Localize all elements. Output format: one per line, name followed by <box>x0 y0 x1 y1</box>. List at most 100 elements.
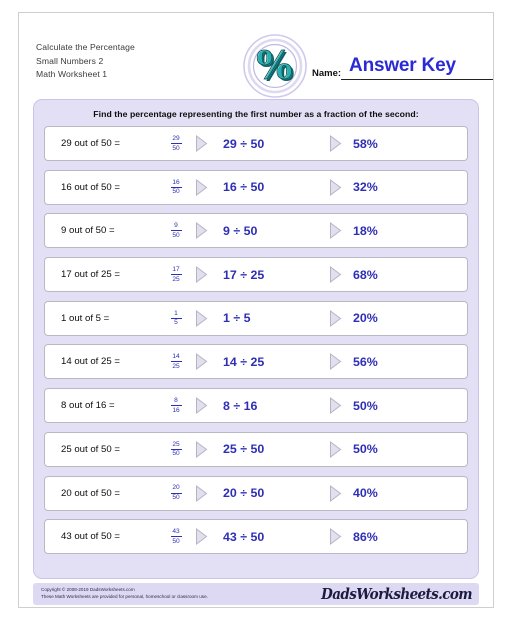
fraction: 16 50 <box>163 179 189 196</box>
percentage-answer: 86% <box>353 529 378 544</box>
fraction: 25 50 <box>163 441 189 458</box>
worksheet-number: Math Worksheet 1 <box>36 69 108 79</box>
division-expression: 14 ÷ 25 <box>223 354 265 369</box>
worksheet-footer: Copyright © 2008-2019 DadsWorksheets.com… <box>33 583 479 605</box>
fraction-denominator: 50 <box>170 230 182 239</box>
fraction-numerator: 1 <box>174 309 178 317</box>
percentage-answer: 32% <box>353 180 378 195</box>
fraction-numerator: 9 <box>174 222 178 230</box>
problem-prompt: 43 out of 50 = <box>61 531 120 543</box>
name-input[interactable]: Answer Key <box>341 55 494 80</box>
problem-row: 20 out of 50 = 20 50 20 ÷ 50 40% <box>44 475 468 511</box>
fraction: 8 16 <box>163 397 189 414</box>
percentage-answer: 50% <box>353 442 378 457</box>
name-field-block: Name: Answer Key <box>312 55 494 80</box>
fraction: 9 50 <box>163 222 189 239</box>
arrow-right-icon <box>189 266 213 284</box>
problem-row: 16 out of 50 = 16 50 16 ÷ 50 32% <box>44 169 468 205</box>
percentage-answer: 18% <box>353 223 378 238</box>
problem-row: 17 out of 25 = 17 25 17 ÷ 25 68% <box>44 257 468 293</box>
fraction-numerator: 29 <box>172 134 180 142</box>
fraction-numerator: 20 <box>172 484 180 492</box>
division-expression: 43 ÷ 50 <box>223 529 265 544</box>
fraction: 15 <box>163 310 189 327</box>
arrow-right-icon <box>323 528 347 546</box>
problem-row: 14 out of 25 = 14 25 14 ÷ 25 56% <box>44 344 468 380</box>
division-expression: 1 ÷ 5 <box>223 311 251 326</box>
problem-prompt: 9 out of 50 = <box>61 225 115 237</box>
problem-row: 25 out of 50 = 25 50 25 ÷ 50 50% <box>44 431 468 467</box>
arrow-right-icon <box>189 440 213 458</box>
arrow-right-icon <box>323 266 347 284</box>
fraction-numerator: 8 <box>174 397 178 405</box>
problem-prompt: 16 out of 50 = <box>61 181 120 193</box>
problems-panel: Find the percentage representing the fir… <box>33 99 479 579</box>
fraction-numerator: 25 <box>172 440 180 448</box>
problem-prompt: 14 out of 25 = <box>61 356 120 368</box>
division-expression: 9 ÷ 50 <box>223 223 258 238</box>
arrow-right-icon <box>323 440 347 458</box>
fraction-denominator: 50 <box>170 536 182 545</box>
copyright-line-2: These Math Worksheets are provided for p… <box>41 594 208 600</box>
arrow-right-icon <box>323 135 347 152</box>
arrow-right-icon <box>323 309 347 327</box>
percentage-answer: 40% <box>353 486 378 500</box>
arrow-right-icon <box>189 397 213 415</box>
division-expression: 16 ÷ 50 <box>223 180 265 195</box>
arrow-right-icon <box>189 528 213 546</box>
division-expression: 25 ÷ 50 <box>223 442 265 457</box>
percentage-answer: 50% <box>353 398 378 413</box>
worksheet-title-block: Calculate the Percentage Small Numbers 2… <box>36 41 135 82</box>
arrow-right-icon <box>189 222 213 240</box>
arrow-right-icon <box>323 484 347 502</box>
division-expression: 20 ÷ 50 <box>223 486 265 500</box>
arrow-right-icon <box>323 222 347 240</box>
fraction: 17 25 <box>163 266 189 283</box>
problem-list: 29 out of 50 = 29 50 29 ÷ 50 58% 16 out of 50… <box>44 126 468 555</box>
copyright-line-1: Copyright © 2008-2019 DadsWorksheets.com <box>41 587 135 592</box>
worksheet-subtitle: Small Numbers 2 <box>36 55 104 66</box>
fraction-numerator: 17 <box>172 265 180 273</box>
percentage-answer: 58% <box>353 136 378 151</box>
fraction-denominator: 50 <box>170 143 182 152</box>
name-label: Name: <box>312 68 342 79</box>
arrow-right-icon <box>189 309 213 327</box>
fraction-denominator: 25 <box>170 361 182 370</box>
arrow-right-icon <box>323 178 347 196</box>
fraction: 20 50 <box>163 484 189 501</box>
problem-row: 1 out of 5 = 1 5 1 ÷ 5 20% <box>44 300 468 336</box>
problem-row: 29 out of 50 = 29 50 29 ÷ 50 58% <box>44 126 468 161</box>
fraction-denominator: 50 <box>170 186 182 196</box>
fraction-numerator: 16 <box>172 178 180 186</box>
problem-row: 9 out of 50 = 9 50 9 ÷ 50 18% <box>44 213 468 249</box>
problem-row: 43 out of 50 = 43 50 43 ÷ 50 86% <box>44 519 468 555</box>
fraction-denominator: 5 <box>170 317 182 327</box>
arrow-right-icon <box>323 353 347 371</box>
arrow-right-icon <box>189 135 213 152</box>
arrow-right-icon <box>189 353 213 371</box>
fraction: 14 25 <box>163 353 189 370</box>
division-expression: 29 ÷ 50 <box>223 136 265 151</box>
problem-prompt: 17 out of 25 = <box>61 269 120 281</box>
problem-prompt: 25 out of 50 = <box>61 443 120 455</box>
instruction-text: Find the percentage representing the fir… <box>93 109 419 119</box>
fraction: 29 50 <box>163 135 189 152</box>
page-title: Calculate the Percentage <box>36 42 135 52</box>
fraction-denominator: 50 <box>170 492 182 501</box>
fraction-numerator: 43 <box>172 528 180 536</box>
brand-logo: DadsWorksheets.com <box>321 586 472 604</box>
answer-key-text: Answer Key <box>349 55 456 76</box>
division-expression: 17 ÷ 25 <box>223 267 265 282</box>
division-expression: 8 ÷ 16 <box>223 398 258 413</box>
percent-glyph: % % % <box>256 42 295 89</box>
percent-logo: % % % <box>237 33 313 99</box>
fraction-denominator: 50 <box>170 448 182 458</box>
svg-text:%: % <box>256 42 292 87</box>
problem-prompt: 8 out of 16 = <box>61 400 115 412</box>
problem-prompt: 20 out of 50 = <box>61 487 120 499</box>
arrow-right-icon <box>189 178 213 196</box>
arrow-right-icon <box>189 484 213 502</box>
fraction-denominator: 16 <box>170 405 182 414</box>
fraction-numerator: 14 <box>172 353 180 361</box>
percentage-answer: 68% <box>353 267 378 282</box>
